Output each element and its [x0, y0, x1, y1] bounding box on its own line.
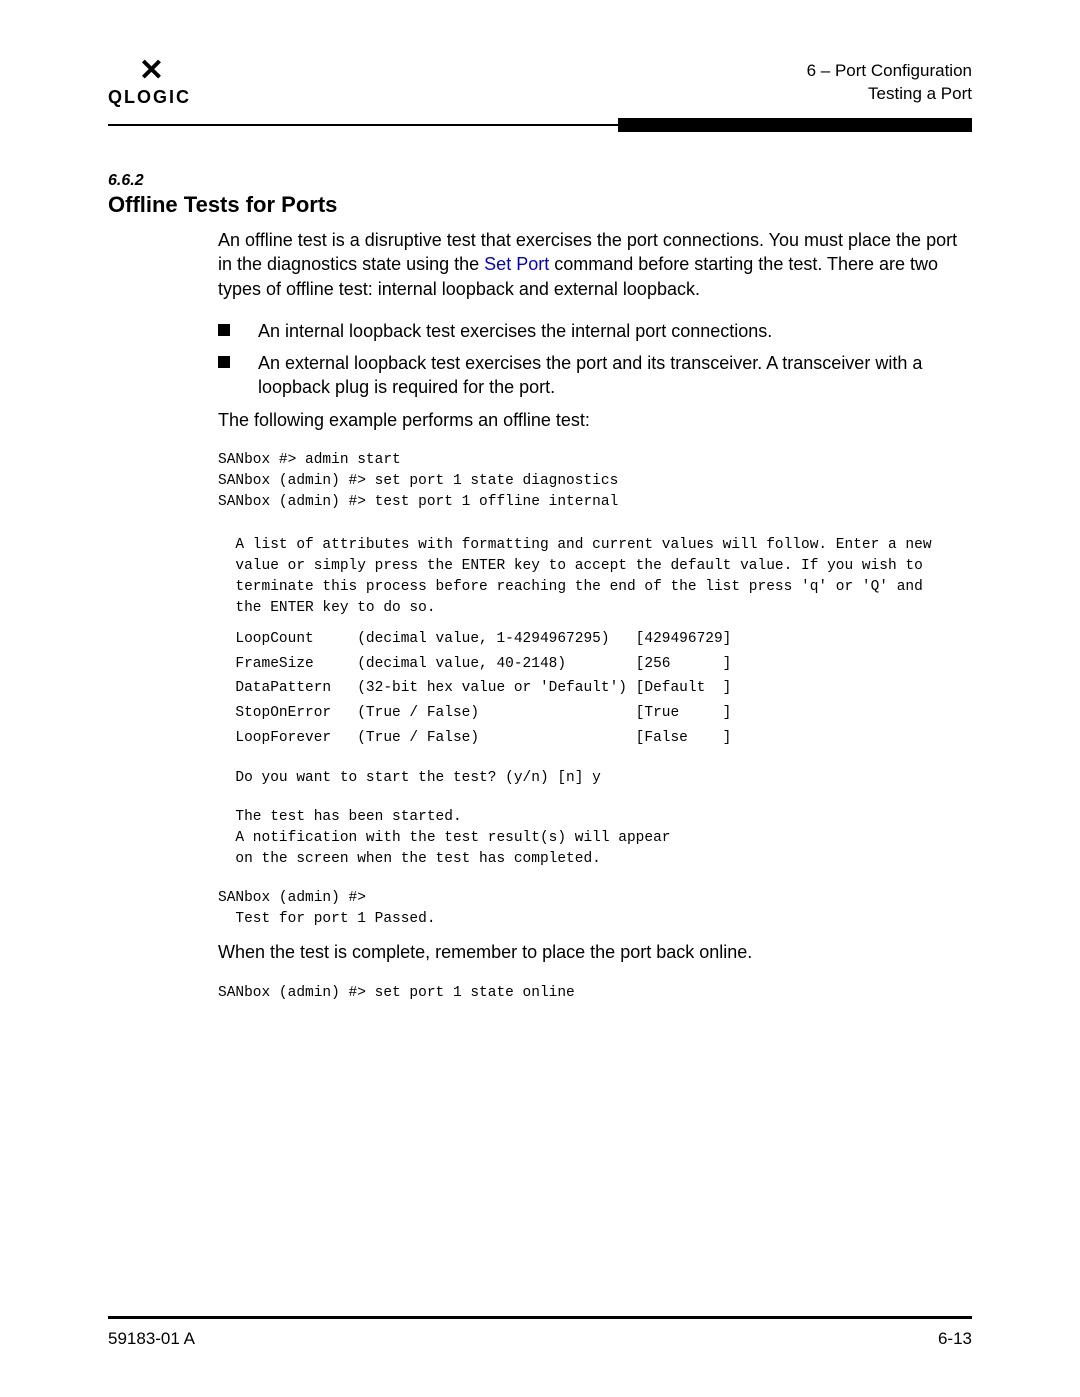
qlogic-logo: ✕ QLOGIC — [108, 56, 191, 106]
terminal-post-cmd: SANbox (admin) #> set port 1 state onlin… — [218, 983, 972, 1004]
page-footer: 59183-01 A 6-13 — [108, 1316, 972, 1349]
bullet-text: An external loopback test exercises the … — [258, 351, 972, 400]
header-breadcrumb: 6 – Port Configuration Testing a Port — [807, 60, 972, 106]
terminal-confirm: Do you want to start the test? (y/n) [n]… — [218, 768, 972, 789]
footer-page-number: 6-13 — [938, 1329, 972, 1349]
list-item: An external loopback test exercises the … — [218, 351, 972, 400]
logo-text: QLOGIC — [108, 88, 191, 106]
chapter-label: 6 – Port Configuration — [807, 60, 972, 83]
header-rule — [108, 118, 972, 132]
page: ✕ QLOGIC 6 – Port Configuration Testing … — [0, 0, 1080, 1397]
body-column: An offline test is a disruptive test tha… — [218, 228, 972, 1004]
post-note: When the test is complete, remember to p… — [218, 940, 972, 964]
terminal-attr-intro: A list of attributes with formatting and… — [218, 535, 972, 619]
section-heading: 6.6.2 Offline Tests for Ports — [108, 172, 972, 218]
terminal-result: SANbox (admin) #> Test for port 1 Passed… — [218, 888, 972, 930]
terminal-started: The test has been started. A notificatio… — [218, 807, 972, 870]
bullet-text: An internal loopback test exercises the … — [258, 319, 772, 343]
footer-doc-id: 59183-01 A — [108, 1329, 195, 1349]
section-number: 6.6.2 — [108, 172, 972, 190]
section-title: Offline Tests for Ports — [108, 192, 972, 218]
list-item: An internal loopback test exercises the … — [218, 319, 972, 343]
logo-icon: ✕ — [139, 56, 160, 86]
rule-thin — [108, 124, 618, 132]
example-lead: The following example performs an offlin… — [218, 408, 972, 432]
footer-row: 59183-01 A 6-13 — [108, 1329, 972, 1349]
page-header: ✕ QLOGIC 6 – Port Configuration Testing … — [108, 56, 972, 114]
footer-rule — [108, 1316, 972, 1319]
intro-paragraph: An offline test is a disruptive test tha… — [218, 228, 972, 301]
square-bullet-icon — [218, 319, 258, 343]
terminal-attr-rows: LoopCount (decimal value, 1-4294967295) … — [218, 627, 972, 750]
bullet-list: An internal loopback test exercises the … — [218, 319, 972, 400]
set-port-link[interactable]: Set Port — [484, 254, 549, 274]
square-bullet-icon — [218, 351, 258, 400]
terminal-commands: SANbox #> admin start SANbox (admin) #> … — [218, 450, 972, 513]
rule-thick — [618, 118, 972, 132]
breadcrumb: Testing a Port — [807, 83, 972, 106]
